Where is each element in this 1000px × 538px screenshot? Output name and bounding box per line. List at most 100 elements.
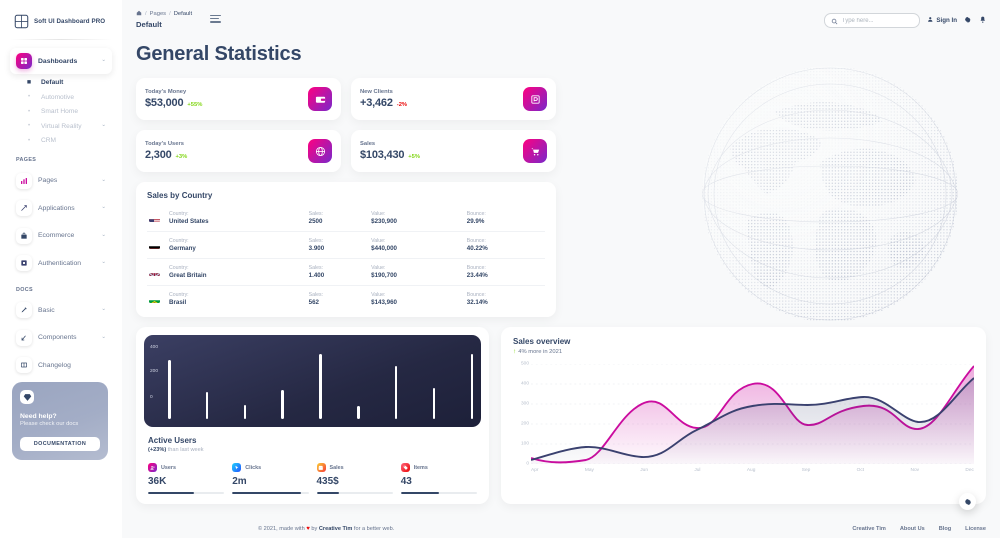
sidebar-item-basic[interactable]: Basic ⌄	[10, 297, 112, 323]
country-cell: Country: Brasil	[167, 286, 307, 313]
stat-text: New Clients +3,462 -2%	[360, 89, 407, 109]
sidebar-subitem-virtual-reality[interactable]: • Virtual Reality ⌄	[18, 119, 112, 133]
bottom-row: 400 200 0 Active Users (+23%) than last …	[136, 327, 986, 510]
bullet-icon: ■	[26, 79, 32, 86]
y-tick: 100	[520, 441, 529, 446]
active-users-bar-chart: 400 200 0	[144, 335, 481, 427]
chevron-down-icon: ⌄	[101, 204, 106, 211]
brand[interactable]: Soft UI Dashboard PRO	[8, 8, 114, 39]
breadcrumb-block: / Pages / Default Default	[136, 10, 192, 29]
footer-copy-post: for a better web.	[352, 526, 395, 532]
country-label: Country:	[169, 211, 189, 217]
bounce-value: 29.9%	[466, 218, 485, 225]
sidebar-subitem-smart-home[interactable]: • Smart Home	[18, 105, 112, 119]
footer-copy-pre: © 2021, made with	[258, 526, 307, 532]
sidebar-item-changelog[interactable]: Changelog	[10, 352, 112, 378]
breadcrumb-pages[interactable]: Pages	[150, 11, 166, 17]
country-label: Country:	[169, 265, 189, 271]
footer-copyright: © 2021, made with ♥ by Creative Tim for …	[258, 526, 394, 532]
help-card: Need help? Please check our docs DOCUMEN…	[12, 382, 108, 460]
settings-fab-button[interactable]	[959, 493, 976, 510]
metric-value: 43	[400, 476, 412, 487]
search-box[interactable]	[823, 13, 920, 28]
stat-cards-grid: Today's Money $53,000 +55% New Clients +…	[136, 78, 556, 172]
bounce-cell: Bounce: 40.22%	[464, 231, 545, 259]
bounce-label: Bounce:	[466, 238, 486, 244]
stat-delta: +55%	[187, 102, 203, 108]
active-users-title: Active Users	[148, 436, 197, 445]
sidebar-item-components[interactable]: Components ⌄	[10, 325, 112, 351]
value-value: $230,900	[371, 218, 397, 225]
sidebar-subitem-default[interactable]: ■ Default	[18, 76, 112, 90]
home-icon[interactable]	[136, 10, 142, 18]
value-value: $440,000	[371, 245, 397, 252]
bar	[281, 390, 284, 419]
bounce-cell: Bounce: 32.14%	[465, 286, 545, 313]
sidebar-item-pages[interactable]: Pages ⌄	[10, 168, 112, 194]
x-tick: May	[584, 467, 594, 473]
sidebar-section-pages: PAGES	[16, 157, 37, 163]
table-row[interactable]: Country: Great Britain Sales: 1.400 Valu…	[147, 258, 545, 286]
sidebar-subitem-label: CRM	[41, 137, 57, 144]
footer-author: Creative Tim	[318, 526, 353, 532]
id-card-icon	[523, 87, 547, 111]
sidebar-item-applications[interactable]: Applications ⌄	[10, 195, 112, 221]
sidebar-item-ecommerce[interactable]: Ecommerce ⌄	[10, 223, 112, 249]
documentation-button[interactable]: DOCUMENTATION	[20, 437, 100, 451]
footer-link-about-us[interactable]: About Us	[900, 526, 925, 532]
sales-by-country-card: Sales by Country Country: United States	[136, 182, 556, 317]
chevron-down-icon: ⌄	[101, 333, 106, 340]
metric-progress	[232, 492, 309, 494]
table-row[interactable]: Country: Germany Sales: 3.900 Value: $44…	[147, 231, 545, 259]
sales-value: 1.400	[308, 272, 325, 279]
sidebar-item-label: Basic	[38, 306, 55, 314]
bounce-label: Bounce:	[466, 292, 486, 298]
ecommerce-icon	[16, 227, 32, 244]
stat-card-new-clients[interactable]: New Clients +3,462 -2%	[351, 78, 556, 120]
stat-card-sales[interactable]: Sales $103,430 +5%	[351, 130, 556, 172]
stat-text: Sales $103,430 +5%	[360, 141, 420, 161]
stat-card-todays-money[interactable]: Today's Money $53,000 +55%	[136, 78, 341, 120]
flag-cell	[147, 286, 167, 313]
table-row[interactable]: Country: Brasil Sales: 562 Value: $143,9…	[147, 286, 545, 313]
bullet-icon: •	[27, 123, 31, 129]
sales-cell: Sales: 2500	[306, 205, 370, 232]
value-cell: Value: $190,700	[369, 258, 465, 286]
y-tick: 400	[520, 381, 529, 386]
table-row[interactable]: Country: United States Sales: 2500 Value…	[147, 205, 545, 232]
breadcrumb-separator: /	[145, 11, 147, 17]
tag-icon	[400, 463, 410, 472]
gb-flag-icon	[149, 268, 160, 276]
country-value: United States	[169, 218, 209, 225]
sales-overview-subtitle-text: 4% more in 2021	[518, 349, 563, 356]
bullet-icon: •	[27, 137, 31, 144]
sales-label: Sales:	[308, 265, 324, 271]
sidebar-item-authentication[interactable]: Authentication ⌄	[10, 250, 112, 276]
search-input[interactable]	[841, 17, 913, 24]
metric-items: Items 43	[400, 463, 477, 494]
applications-icon	[16, 200, 32, 216]
gear-icon[interactable]	[964, 16, 972, 25]
sidebar-item-dashboards[interactable]: Dashboards ⌄	[10, 48, 112, 74]
bar	[470, 354, 473, 419]
sales-overview-line-chart: 500 400 300 200 100 0 Apr May Jun Jul Au…	[513, 361, 975, 482]
stat-value: $53,000	[145, 97, 184, 109]
footer-link-license[interactable]: License	[965, 526, 986, 532]
sales-overview-title: Sales overview	[513, 337, 571, 346]
sign-in-button[interactable]: Sign In	[927, 16, 957, 25]
stat-card-todays-users[interactable]: Today's Users 2,300 +3%	[136, 130, 341, 172]
bell-icon[interactable]	[979, 16, 987, 25]
metric-progress	[400, 492, 477, 494]
bar	[205, 392, 209, 419]
sidebar-subitem-crm[interactable]: • CRM	[18, 134, 112, 148]
sidebar-item-label: Components	[38, 334, 77, 341]
metric-users: Users 36K	[148, 463, 225, 494]
bounce-label: Bounce:	[466, 211, 486, 217]
footer-link-blog[interactable]: Blog	[939, 526, 951, 532]
footer-link-creative-tim[interactable]: Creative Tim	[852, 526, 885, 532]
sidebar-subitem-automotive[interactable]: • Automotive	[18, 90, 112, 104]
components-icon	[16, 329, 32, 346]
hamburger-menu-icon[interactable]	[210, 15, 222, 23]
metric-sales: Sales 435$	[316, 463, 393, 494]
stat-text: Today's Money $53,000 +55%	[145, 89, 202, 109]
